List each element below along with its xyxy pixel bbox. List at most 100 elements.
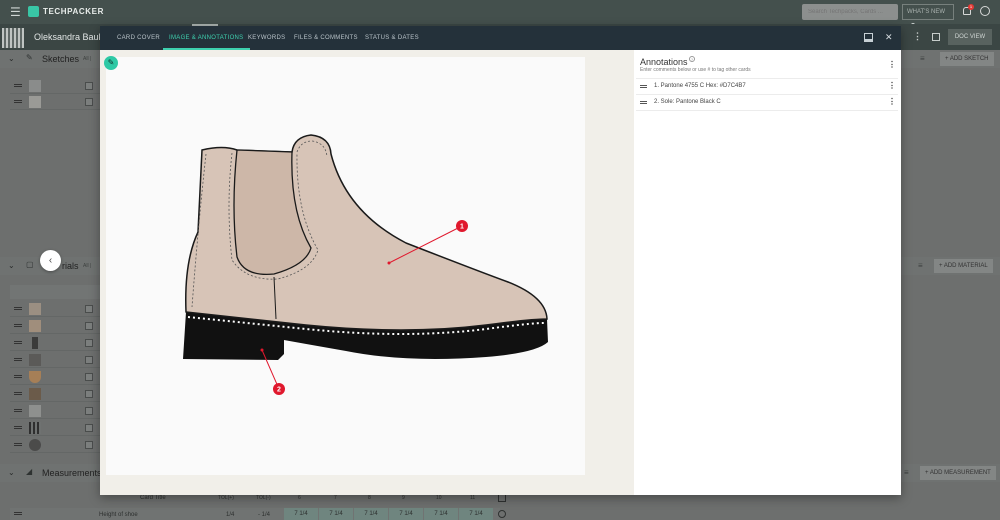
material-thumbnail bbox=[29, 371, 41, 383]
table-row[interactable] bbox=[10, 386, 100, 402]
annotation-text[interactable]: 1. Pantone 4755 C Hex: #D7C4B7 bbox=[654, 83, 746, 89]
add-material-button[interactable]: + ADD MATERIAL bbox=[934, 259, 993, 273]
drag-handle-icon[interactable] bbox=[14, 375, 22, 378]
help-icon[interactable]: ? bbox=[689, 56, 695, 62]
drag-handle-icon[interactable] bbox=[14, 426, 22, 429]
list-item[interactable] bbox=[10, 94, 100, 110]
drag-handle-icon[interactable] bbox=[640, 85, 647, 88]
app-logo-text[interactable]: TECHPACKER bbox=[43, 7, 104, 16]
close-icon[interactable]: ✕ bbox=[885, 32, 893, 42]
minimize-icon[interactable] bbox=[864, 33, 873, 42]
checkbox[interactable] bbox=[85, 339, 93, 347]
annotation-canvas[interactable]: 1 2 bbox=[106, 57, 585, 475]
annotation-item[interactable]: 1. Pantone 4755 C Hex: #D7C4B7 ⋮ bbox=[636, 79, 898, 95]
size-value[interactable]: 7 1/4 bbox=[389, 508, 423, 520]
sort-icon[interactable]: ≡ bbox=[918, 261, 923, 270]
table-row[interactable] bbox=[10, 403, 100, 419]
more-vertical-icon[interactable]: ⋮ bbox=[888, 82, 896, 90]
pencil-icon: ✎ bbox=[26, 53, 33, 62]
table-row[interactable] bbox=[10, 318, 100, 334]
tolerance-plus[interactable]: 1/4 bbox=[226, 512, 234, 518]
layers-icon[interactable] bbox=[932, 33, 940, 41]
checkbox[interactable] bbox=[85, 356, 93, 364]
grid-icon[interactable] bbox=[498, 494, 506, 502]
checkbox[interactable] bbox=[85, 98, 93, 106]
tab-keywords[interactable]: KEYWORDS bbox=[248, 26, 285, 50]
table-row[interactable] bbox=[10, 420, 100, 436]
drag-handle-icon[interactable] bbox=[14, 307, 22, 310]
edit-image-button[interactable]: ✎ bbox=[104, 56, 118, 70]
materials-filter[interactable]: All | bbox=[83, 263, 91, 269]
drag-handle-icon[interactable] bbox=[14, 84, 22, 87]
marker-2-label: 2 bbox=[277, 387, 281, 394]
size-value[interactable]: 7 1/4 bbox=[319, 508, 353, 520]
checkbox[interactable] bbox=[85, 424, 93, 432]
checkbox[interactable] bbox=[85, 82, 93, 90]
tolerance-minus[interactable]: - 1/4 bbox=[258, 512, 270, 518]
size-value[interactable]: 7 1/4 bbox=[459, 508, 493, 520]
annotation-item[interactable]: 2. Sole: Pantone Black C ⋮ bbox=[636, 95, 898, 111]
drag-handle-icon[interactable] bbox=[14, 392, 22, 395]
drag-handle-icon[interactable] bbox=[14, 341, 22, 344]
drag-handle-icon[interactable] bbox=[14, 324, 22, 327]
more-vertical-icon[interactable]: ⋮ bbox=[888, 61, 896, 69]
drag-handle-icon[interactable] bbox=[14, 358, 22, 361]
search-input[interactable] bbox=[802, 4, 898, 20]
sketches-filter[interactable]: All | bbox=[83, 56, 91, 62]
checkbox[interactable] bbox=[85, 390, 93, 398]
add-measurement-button[interactable]: + ADD MEASUREMENT bbox=[920, 466, 996, 480]
drag-handle-icon[interactable] bbox=[14, 409, 22, 412]
more-vertical-icon[interactable]: ⋮ bbox=[888, 98, 896, 106]
table-row[interactable] bbox=[10, 369, 100, 385]
materials-table-header bbox=[10, 285, 100, 299]
doc-view-button[interactable]: DOC VIEW bbox=[948, 29, 992, 45]
checkbox[interactable] bbox=[85, 373, 93, 381]
tab-image-annotations[interactable]: IMAGE & ANNOTATIONS bbox=[163, 26, 250, 50]
chevron-down-icon[interactable]: ⌄ bbox=[8, 468, 15, 477]
hamburger-icon[interactable]: ☰ bbox=[10, 6, 21, 18]
size-value[interactable]: 7 1/4 bbox=[424, 508, 458, 520]
checkbox[interactable] bbox=[85, 441, 93, 449]
checkbox[interactable] bbox=[85, 322, 93, 330]
logo-icon bbox=[28, 6, 39, 17]
product-name: Oleksandra Bauk bbox=[34, 32, 104, 42]
cube-icon: ▢ bbox=[26, 260, 34, 269]
tab-status-dates[interactable]: STATUS & DATES bbox=[365, 26, 419, 50]
drag-handle-icon[interactable] bbox=[640, 101, 647, 104]
table-row[interactable] bbox=[10, 301, 100, 317]
table-row[interactable] bbox=[10, 437, 100, 453]
size-value[interactable]: 7 1/4 bbox=[284, 508, 318, 520]
column-header: 9 bbox=[402, 495, 405, 501]
whats-new-button[interactable]: WHAT'S NEW bbox=[902, 4, 954, 28]
annotation-text[interactable]: 2. Sole: Pantone Black C bbox=[654, 99, 721, 105]
previous-card-button[interactable]: ‹ bbox=[40, 250, 61, 271]
table-row[interactable] bbox=[10, 352, 100, 368]
column-header: 6 bbox=[298, 495, 301, 501]
drag-handle-icon[interactable] bbox=[14, 100, 22, 103]
checkbox[interactable] bbox=[85, 305, 93, 313]
chevron-down-icon[interactable]: ⌄ bbox=[8, 54, 15, 63]
material-thumbnail bbox=[29, 405, 41, 417]
size-value[interactable]: 7 1/4 bbox=[354, 508, 388, 520]
drag-handle-icon[interactable] bbox=[14, 512, 22, 515]
measurement-name[interactable]: Height of shoe bbox=[99, 512, 138, 518]
tab-card-cover[interactable]: CARD COVER bbox=[117, 26, 160, 50]
material-thumbnail bbox=[29, 422, 41, 434]
tab-files-comments[interactable]: FILES & COMMENTS bbox=[294, 26, 358, 50]
chat-icon[interactable] bbox=[980, 6, 990, 16]
drag-handle-icon[interactable] bbox=[14, 443, 22, 446]
list-item[interactable] bbox=[10, 78, 100, 94]
chevron-down-icon[interactable]: ⌄ bbox=[8, 261, 15, 270]
column-header: 8 bbox=[368, 495, 371, 501]
sort-icon[interactable]: ≡ bbox=[904, 468, 909, 477]
more-vertical-icon[interactable]: ⋮ bbox=[913, 31, 922, 42]
sketches-title: Sketches bbox=[42, 54, 80, 64]
table-row[interactable] bbox=[10, 335, 100, 351]
add-sketch-button[interactable]: + ADD SKETCH bbox=[940, 52, 994, 66]
gear-icon[interactable] bbox=[498, 510, 506, 518]
material-thumbnail bbox=[29, 303, 41, 315]
boot-illustration: 1 2 bbox=[183, 134, 548, 395]
sort-icon[interactable]: ≡ bbox=[920, 54, 925, 63]
material-thumbnail bbox=[29, 320, 41, 332]
checkbox[interactable] bbox=[85, 407, 93, 415]
